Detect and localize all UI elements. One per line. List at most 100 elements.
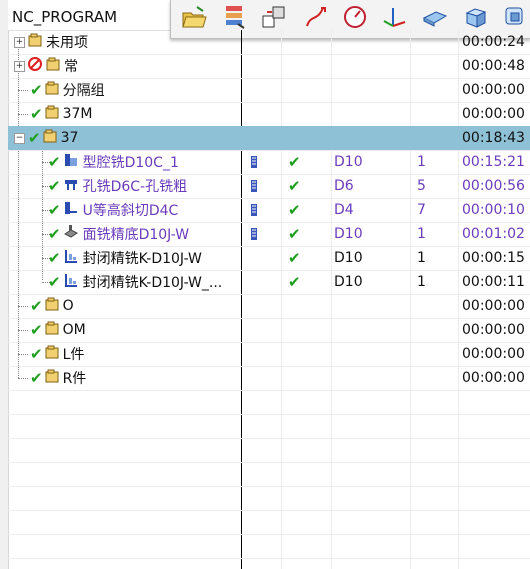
check-icon: ✔: [288, 201, 301, 219]
row-time: 00:00:15: [462, 250, 525, 266]
tree-row-37m[interactable]: ✔ 37M 00:00:00: [8, 102, 530, 127]
program-folder-icon: [45, 81, 59, 99]
check-icon: ✔: [48, 177, 61, 195]
check-icon: ✔: [48, 153, 61, 171]
row-num: 1: [417, 226, 426, 242]
row-name: 37M: [62, 106, 93, 122]
tree-row-37-selected[interactable]: − ✔ 37 00:18:43: [8, 126, 530, 151]
row-time: 00:00:48: [462, 58, 525, 74]
tree-row-o[interactable]: ✔ O 00:00:00: [8, 294, 530, 319]
no-entry-icon: [28, 57, 42, 75]
check-icon: ✔: [30, 105, 43, 123]
row-time: 00:00:10: [462, 202, 525, 218]
check-icon: ✔: [48, 201, 61, 219]
check-icon: ✔: [288, 273, 301, 291]
row-num: 1: [417, 274, 426, 290]
collapse-toggle[interactable]: −: [14, 132, 25, 144]
program-folder-icon: [45, 345, 59, 363]
check-icon: ✔: [30, 345, 43, 363]
check-icon: ✔: [30, 321, 43, 339]
check-icon: ✔: [30, 297, 43, 315]
row-time: 00:00:56: [462, 178, 525, 194]
row-tool: D10: [334, 226, 363, 242]
row-name: L件: [62, 347, 85, 363]
check-icon: ✔: [288, 177, 301, 195]
row-num: 7: [417, 202, 426, 218]
face-mill-icon: [63, 224, 79, 244]
empty-row: [8, 510, 530, 535]
check-icon: ✔: [288, 225, 301, 243]
check-icon: ✔: [48, 273, 61, 291]
geometry-icon[interactable]: [500, 2, 530, 32]
name-column-header[interactable]: NC_PROGRAM: [12, 8, 117, 26]
check-icon: ✔: [30, 81, 43, 99]
row-time: 00:00:00: [462, 82, 525, 98]
check-icon: ✔: [288, 153, 301, 171]
row-name: 37: [60, 130, 79, 146]
row-tool: D10: [334, 274, 363, 290]
row-name: 常: [64, 59, 78, 75]
check-icon: ✔: [48, 225, 61, 243]
row-name: 孔铣D6C-孔铣粗: [82, 179, 188, 195]
row-tool: D10: [334, 250, 363, 266]
program-folder-icon: [46, 57, 60, 75]
program-folder-icon: [45, 369, 59, 387]
open-folder-icon[interactable]: [179, 2, 209, 32]
row-time: 00:18:43: [462, 130, 525, 146]
empty-row: [8, 462, 530, 487]
check-icon: ✔: [28, 129, 41, 147]
surface-icon[interactable]: [420, 2, 450, 32]
tree-row-unused[interactable]: + 未用项 00:00:24: [8, 30, 530, 55]
row-time: 00:00:00: [462, 106, 525, 122]
row-time: 00:00:00: [462, 370, 525, 386]
row-name: 型腔铣D10C_1: [82, 155, 179, 171]
tree-row-operation[interactable]: ✔ 封闭精铣K-D10J-W_... ✔ D10 1 00:00:11: [8, 270, 530, 295]
row-tool: D4: [334, 202, 354, 218]
tree-row-separator[interactable]: ✔ 分隔组 00:00:00: [8, 78, 530, 103]
transform-icon[interactable]: [259, 2, 289, 32]
expand-toggle[interactable]: +: [14, 36, 25, 48]
toolpath-icon: [250, 222, 258, 246]
row-name: 面铣精底D10J-W: [82, 227, 190, 243]
check-icon: ✔: [288, 249, 301, 267]
row-num: 1: [417, 154, 426, 170]
program-folder-icon: [45, 105, 59, 123]
axis-icon[interactable]: [379, 2, 409, 32]
list-icon[interactable]: [220, 2, 250, 32]
box-icon[interactable]: [461, 2, 491, 32]
row-name: U等高斜切D4C: [82, 203, 179, 219]
program-folder-icon: [28, 33, 42, 51]
empty-row: [8, 414, 530, 439]
row-name: 分隔组: [62, 83, 105, 99]
row-name: OM: [62, 322, 86, 338]
row-name: 未用项: [46, 35, 88, 51]
row-name: R件: [62, 371, 87, 387]
tree-row-operation[interactable]: ✔ 面铣精底D10J-W ✔ D10 1 00:01:02: [8, 222, 530, 247]
empty-row: [8, 438, 530, 463]
tree-row-om[interactable]: ✔ OM 00:00:00: [8, 318, 530, 343]
tree-row-r-part[interactable]: ✔ R件 00:00:00: [8, 366, 530, 391]
tree-row-operation[interactable]: ✔ 封闭精铣K-D10J-W ✔ D10 1 00:00:15: [8, 246, 530, 271]
row-time: 00:00:24: [462, 34, 525, 50]
path-icon[interactable]: [301, 2, 331, 32]
empty-row: [8, 486, 530, 511]
row-time: 00:00:00: [462, 298, 525, 314]
expand-toggle[interactable]: +: [14, 60, 25, 72]
row-name: 封闭精铣K-D10J-W_...: [82, 275, 223, 291]
row-time: 00:00:00: [462, 322, 525, 338]
tree-row-l-part[interactable]: ✔ L件 00:00:00: [8, 342, 530, 367]
row-time: 00:15:21: [462, 154, 525, 170]
tree-row-normal[interactable]: + 常 00:00:48: [8, 54, 530, 79]
toolpath-icon: [250, 150, 258, 174]
row-time: 00:00:00: [462, 346, 525, 362]
row-name: O: [62, 298, 74, 314]
check-icon: ✔: [48, 249, 61, 267]
tree-row-operation[interactable]: ✔ U等高斜切D4C ✔ D4 7 00:00:10: [8, 198, 530, 223]
planar-profile-icon: [63, 272, 79, 292]
row-time: 00:01:02: [462, 226, 525, 242]
program-folder-icon: [43, 129, 57, 147]
tree-row-operation[interactable]: ✔ 孔铣D6C-孔铣粗 ✔ D6 5 00:00:56: [8, 174, 530, 199]
program-folder-icon: [45, 297, 59, 315]
gauge-icon[interactable]: [340, 2, 370, 32]
tree-row-operation[interactable]: ✔ 型腔铣D10C_1 ✔ D10 1 00:15:21: [8, 150, 530, 175]
